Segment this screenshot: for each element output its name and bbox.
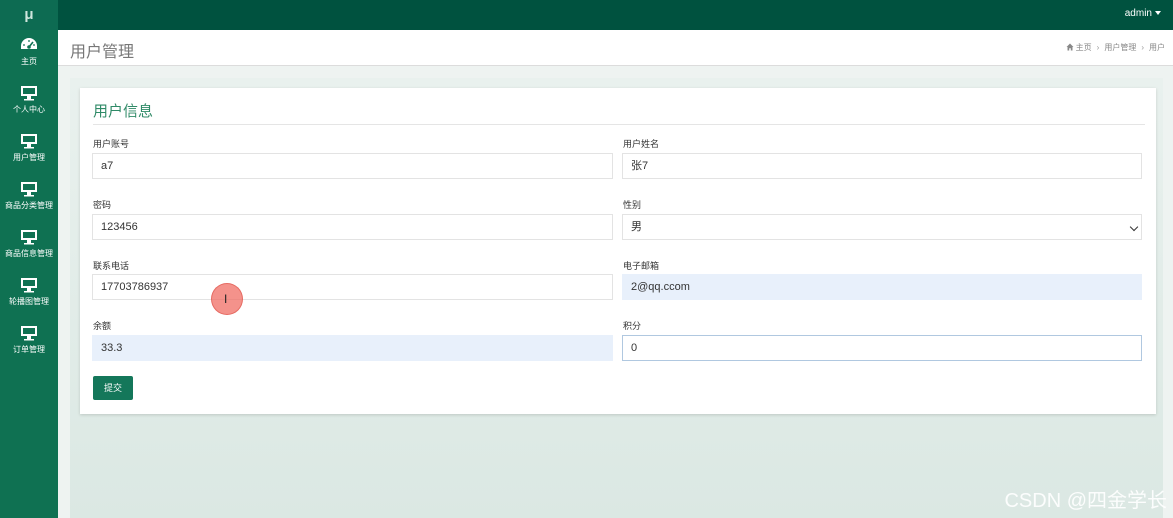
submit-button[interactable]: 提交 [93, 376, 133, 400]
sidebar-item-label: 用户管理 [13, 153, 45, 162]
breadcrumb-home[interactable]: 主页 [1076, 43, 1092, 52]
sidebar-item-users[interactable]: 用户管理 [0, 126, 58, 174]
name-input[interactable]: 张7 [622, 153, 1142, 179]
phone-input[interactable]: 17703786937 [92, 274, 613, 300]
password-label: 密码 [93, 200, 112, 210]
form-title: 用户信息 [93, 103, 154, 120]
sidebar-item-products[interactable]: 商品信息管理 [0, 222, 58, 270]
points-input[interactable]: 0 [622, 335, 1142, 361]
password-input[interactable]: 123456 [92, 214, 613, 240]
sidebar-item-label: 订单管理 [13, 345, 45, 354]
sidebar-item-label: 个人中心 [13, 105, 45, 114]
text-cursor-icon: I [224, 292, 228, 306]
sidebar-item-carousel[interactable]: 轮播图管理 [0, 270, 58, 318]
page-header: 用户管理 主页 › 用户管理 › 用户 [58, 30, 1173, 66]
monitor-icon [21, 134, 37, 149]
balance-input[interactable]: 33.3 [92, 335, 613, 361]
sidebar-item-label: 商品信息管理 [5, 249, 53, 258]
home-icon [1066, 43, 1074, 51]
monitor-icon [21, 182, 37, 197]
sidebar-item-label: 商品分类管理 [5, 201, 53, 210]
sidebar-item-categories[interactable]: 商品分类管理 [0, 174, 58, 222]
brand-logo: μ [0, 0, 58, 30]
gender-select-value: 男 [631, 221, 642, 233]
email-label: 电子邮箱 [623, 261, 660, 271]
sidebar-item-profile[interactable]: 个人中心 [0, 78, 58, 126]
user-menu-label: admin [1124, 8, 1152, 19]
page-title: 用户管理 [70, 44, 135, 61]
sidebar-item-label: 轮播图管理 [9, 297, 49, 306]
account-input[interactable]: a7 [92, 153, 613, 179]
chevron-down-icon [1129, 222, 1139, 232]
caret-down-icon [1155, 11, 1161, 16]
divider [93, 124, 1145, 125]
top-navbar: μ admin [0, 0, 1173, 30]
sidebar-item-orders[interactable]: 订单管理 [0, 318, 58, 366]
phone-label: 联系电话 [93, 261, 130, 271]
monitor-icon [21, 326, 37, 341]
breadcrumb: 主页 › 用户管理 › 用户 [1066, 42, 1165, 53]
breadcrumb-separator: › [1141, 43, 1144, 52]
balance-label: 余额 [93, 321, 112, 331]
email-input[interactable]: 2@qq.ccom [622, 274, 1142, 300]
breadcrumb-users[interactable]: 用户管理 [1104, 43, 1136, 52]
user-info-form: 用户信息 用户账号 a7 用户姓名 张7 密码 123456 性别 男 联系电话… [80, 88, 1156, 414]
sidebar: 主页 个人中心 用户管理 商品分类管理 商品信息管理 轮播图管理 订单管理 [0, 30, 58, 518]
sidebar-item-label: 主页 [21, 57, 37, 66]
breadcrumb-separator: › [1096, 43, 1100, 52]
user-menu[interactable]: admin [1125, 0, 1161, 30]
watermark: CSDN @四金学长 [1004, 490, 1167, 512]
points-label: 积分 [623, 321, 642, 331]
monitor-icon [21, 86, 37, 101]
dashboard-icon [21, 38, 37, 49]
monitor-icon [21, 278, 37, 293]
breadcrumb-current: 用户 [1149, 43, 1165, 52]
name-label: 用户姓名 [623, 139, 660, 149]
sidebar-item-home[interactable]: 主页 [0, 30, 58, 78]
gender-select[interactable]: 男 [622, 214, 1142, 240]
monitor-icon [21, 230, 37, 245]
account-label: 用户账号 [93, 139, 130, 149]
gender-label: 性别 [623, 200, 642, 210]
